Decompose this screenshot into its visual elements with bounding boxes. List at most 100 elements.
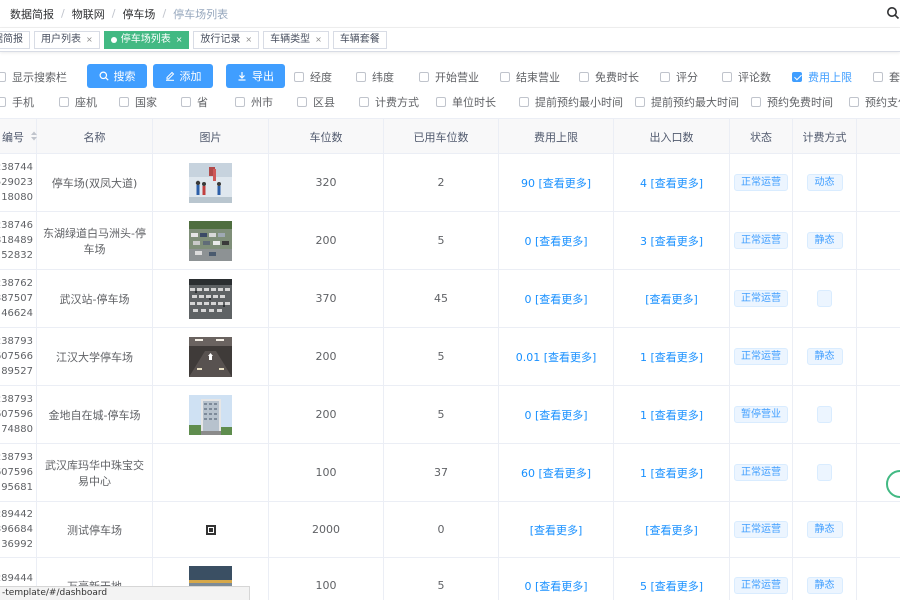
gates-link[interactable]: 1 [查看更多] xyxy=(640,349,703,365)
close-icon[interactable]: × xyxy=(245,32,252,48)
checkbox-box[interactable] xyxy=(235,97,245,107)
fee-limit-link[interactable]: 0 [查看更多] xyxy=(524,291,587,307)
column-toggle-checkbox[interactable]: 计费方式 xyxy=(359,94,419,110)
row-used-spaces: 2 xyxy=(437,176,445,189)
tag-label: 据简报 xyxy=(0,33,23,45)
search-icon[interactable] xyxy=(886,6,900,20)
fee-limit-link[interactable]: 0 [查看更多] xyxy=(524,407,587,423)
row-spacer xyxy=(857,270,900,327)
column-toggle-checkbox[interactable]: 经度 xyxy=(294,69,332,85)
gates-link[interactable]: 3 [查看更多] xyxy=(640,233,703,249)
row-id: 289442 396684 36992 xyxy=(0,509,33,550)
parking-lot-image[interactable] xyxy=(189,162,232,203)
column-toggle-checkbox[interactable]: 单位时长 xyxy=(436,94,496,110)
checkbox-box[interactable] xyxy=(0,97,6,107)
checkbox-box[interactable] xyxy=(119,97,129,107)
checkbox-box[interactable] xyxy=(294,72,304,82)
tag-4[interactable]: 车辆类型 × xyxy=(263,30,329,49)
column-toggle-checkbox[interactable]: 区县 xyxy=(297,94,335,110)
column-toggle-checkbox[interactable]: 免费时长 xyxy=(579,69,639,85)
column-toggle-checkbox[interactable]: 手机 xyxy=(0,94,34,110)
column-toggle-checkbox[interactable]: 评分 xyxy=(660,69,698,85)
gates-link[interactable]: 1 [查看更多] xyxy=(640,465,703,481)
checkbox-box[interactable] xyxy=(0,72,6,82)
breadcrumb-item-1[interactable]: 数据简报 xyxy=(10,6,54,22)
checkbox-box[interactable] xyxy=(519,97,529,107)
checkbox-box[interactable] xyxy=(660,72,670,82)
fee-limit-link[interactable]: 0.01 [查看更多] xyxy=(516,349,597,365)
gates-link[interactable]: [查看更多] xyxy=(645,291,698,307)
fee-limit-link[interactable]: 60 [查看更多] xyxy=(521,465,591,481)
table-row[interactable]: 238746 818489 52832 东湖绿道白马洲头-停车场 200 5 0 [查看… xyxy=(0,212,900,270)
tag-3[interactable]: 放行记录 × xyxy=(193,30,260,49)
checkbox-box[interactable] xyxy=(436,97,446,107)
checkbox-box[interactable] xyxy=(792,72,802,82)
table-row[interactable]: 238762 387507 46624 武汉站-停车场 370 45 0 [查看更多] [… xyxy=(0,270,900,328)
breadcrumb-item-3[interactable]: 停车场 xyxy=(122,6,155,22)
checkbox-box[interactable] xyxy=(500,72,510,82)
column-toggle-checkbox[interactable]: 结束营业 xyxy=(500,69,560,85)
checkbox-box[interactable] xyxy=(356,72,366,82)
checkbox-box[interactable] xyxy=(635,97,645,107)
fee-limit-link[interactable]: 0 [查看更多] xyxy=(524,578,587,594)
show-search-checkbox[interactable]: 显示搜索栏 xyxy=(0,69,67,85)
fee-limit-link[interactable]: 90 [查看更多] xyxy=(521,175,591,191)
status-cell: 正常运营 xyxy=(730,444,793,501)
table-row[interactable]: 238793 607596 95681 武汉库玛华中珠宝交易中心 100 37 60 [… xyxy=(0,444,900,502)
close-icon[interactable]: × xyxy=(315,32,322,48)
export-button[interactable]: 导出 xyxy=(226,64,285,88)
checkbox-box[interactable] xyxy=(873,72,883,82)
gates-link[interactable]: [查看更多] xyxy=(645,522,698,538)
tag-2[interactable]: 停车场列表 × xyxy=(103,30,190,49)
checkbox-box[interactable] xyxy=(59,97,69,107)
column-toggle-checkbox[interactable]: 国家 xyxy=(119,94,157,110)
breadcrumb-item-2[interactable]: 物联网 xyxy=(72,6,105,22)
gates-link[interactable]: 4 [查看更多] xyxy=(640,175,703,191)
parking-lot-image[interactable] xyxy=(189,278,232,319)
row-spacer xyxy=(857,212,900,269)
column-toggle-checkbox[interactable]: 预约免费时间 xyxy=(751,94,833,110)
parking-lot-image[interactable] xyxy=(189,336,232,377)
table-row[interactable]: 238744 529023 18080 停车场(双凤大道) 320 2 90 [查看更多… xyxy=(0,154,900,212)
close-icon[interactable]: × xyxy=(176,32,183,48)
checkbox-box[interactable] xyxy=(722,72,732,82)
table-row[interactable]: 289442 396684 36992 测试停车场 2000 0 [查看更多] [查看更多… xyxy=(0,502,900,558)
checkbox-box[interactable] xyxy=(849,97,859,107)
column-toggle-checkbox[interactable]: 纬度 xyxy=(356,69,394,85)
column-toggle-checkbox[interactable]: 州市 xyxy=(235,94,273,110)
gates-link[interactable]: 5 [查看更多] xyxy=(640,578,703,594)
column-toggle-checkbox[interactable]: 提前预约最大时间 xyxy=(635,94,739,110)
column-toggle-checkbox[interactable]: 套餐 xyxy=(873,69,900,85)
checkbox-box[interactable] xyxy=(181,97,191,107)
row-used-spaces: 37 xyxy=(434,466,448,479)
column-header[interactable]: 编号 xyxy=(0,119,37,154)
column-toggle-checkbox[interactable]: 费用上限 xyxy=(792,69,852,85)
parking-lot-image[interactable] xyxy=(205,524,216,535)
checkbox-box[interactable] xyxy=(751,97,761,107)
column-toggle-checkbox[interactable]: 提前预约最小时间 xyxy=(519,94,623,110)
edit-icon xyxy=(165,71,174,81)
column-toggle-checkbox[interactable]: 开始营业 xyxy=(419,69,479,85)
fee-limit-link[interactable]: [查看更多] xyxy=(530,522,583,538)
checkbox-box[interactable] xyxy=(359,97,369,107)
gates-link[interactable]: 1 [查看更多] xyxy=(640,407,703,423)
parking-lot-image[interactable] xyxy=(189,394,232,435)
column-header-label: 费用上限 xyxy=(534,130,578,144)
add-button[interactable]: 添加 xyxy=(153,64,213,88)
column-toggle-checkbox[interactable]: 座机 xyxy=(59,94,97,110)
tag-5[interactable]: 车辆套餐 xyxy=(332,30,387,49)
checkbox-box[interactable] xyxy=(419,72,429,82)
checkbox-box[interactable] xyxy=(297,97,307,107)
column-toggle-checkbox[interactable]: 预约支付 xyxy=(849,94,900,110)
fee-limit-link[interactable]: 0 [查看更多] xyxy=(524,233,587,249)
table-row[interactable]: 238793 607596 74880 金地自在城-停车场 200 5 0 [查看更多]… xyxy=(0,386,900,444)
parking-lot-image[interactable] xyxy=(189,220,232,261)
tag-1[interactable]: 用户列表 × xyxy=(34,30,100,49)
column-toggle-checkbox[interactable]: 评论数 xyxy=(722,69,771,85)
column-toggle-checkbox[interactable]: 省 xyxy=(181,94,208,110)
table-row[interactable]: 238793 607566 89527 江汉大学停车场 200 5 0.01 [查看更多… xyxy=(0,328,900,386)
close-icon[interactable]: × xyxy=(86,32,93,48)
tag-0[interactable]: 据简报 xyxy=(0,30,30,49)
search-button[interactable]: 搜索 xyxy=(87,64,147,88)
checkbox-box[interactable] xyxy=(579,72,589,82)
